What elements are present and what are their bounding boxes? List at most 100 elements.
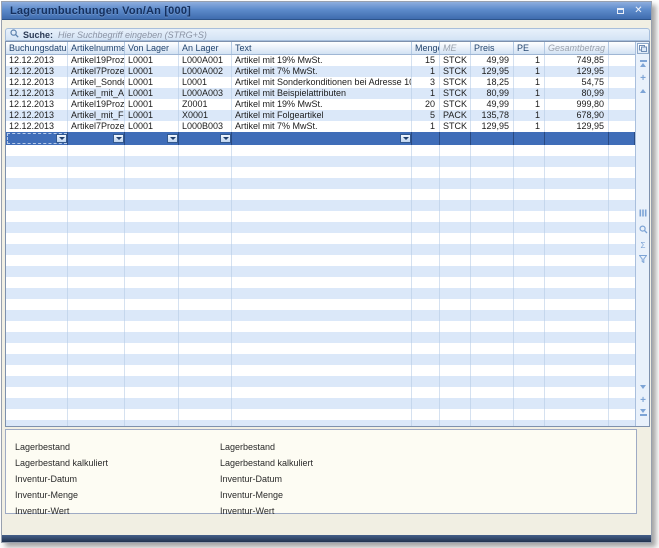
cell-filler: [609, 167, 635, 178]
cell-menge: 15: [412, 55, 440, 66]
empty-row: [6, 145, 635, 156]
cell-text: Artikel mit 7% MwSt.: [232, 121, 412, 132]
cell-me: [440, 200, 471, 211]
table-row[interactable]: 12.12.2013Artikel19ProzerL0001L000A001Ar…: [6, 55, 635, 66]
column-header-pe[interactable]: PE: [514, 42, 545, 54]
cell-text: [232, 387, 412, 398]
cell-preis: 80,99: [471, 88, 514, 99]
page-up-icon[interactable]: +: [636, 75, 650, 83]
table-row[interactable]: 12.12.2013Artikel19ProzerL0001Z0001Artik…: [6, 99, 635, 110]
column-header-artikelnummer[interactable]: Artikelnummer: [68, 42, 125, 54]
close-button[interactable]: ✕: [632, 5, 645, 17]
titlebar[interactable]: Lagerumbuchungen Von/An [000] ✕: [2, 2, 651, 20]
cell-filler: [609, 387, 635, 398]
restore-icon: [617, 8, 624, 14]
magnifier-icon[interactable]: [636, 225, 650, 234]
cell-an-lager: [179, 354, 232, 365]
column-header-gesamtbetrag[interactable]: Gesamtbetrag: [545, 42, 609, 54]
cell-buchungsdatum: 12.12.2013: [6, 99, 68, 110]
cell-artikelnummer: [68, 420, 125, 426]
cell-preis: [471, 420, 514, 426]
table-row[interactable]: 12.12.2013Artikel7ProzentL0001L000B003Ar…: [6, 121, 635, 132]
cell-menge: [412, 266, 440, 277]
cell-buchungsdatum: [6, 310, 68, 321]
new-entry-row[interactable]: [6, 132, 635, 145]
sum-icon[interactable]: Σ: [636, 241, 650, 250]
cell-artikelnummer: [68, 332, 125, 343]
cell-menge: [412, 321, 440, 332]
column-header-menge[interactable]: Menge: [412, 42, 440, 54]
cell-menge: [412, 387, 440, 398]
column-chooser-button[interactable]: [637, 43, 649, 54]
cell-menge: [412, 310, 440, 321]
cell-buchungsdatum: [6, 145, 68, 156]
cell-preis: [471, 343, 514, 354]
cell-an-lager: [179, 398, 232, 409]
cell-artikelnummer: [68, 255, 125, 266]
table-row[interactable]: 12.12.2013Artikel7ProzentL0001L000A002Ar…: [6, 66, 635, 77]
cell-von-lager: [125, 178, 179, 189]
cell-buchungsdatum: [6, 178, 68, 189]
cell-filler: [609, 66, 635, 77]
column-header-preis[interactable]: Preis: [471, 42, 514, 54]
column-header-me[interactable]: ME: [440, 42, 471, 54]
column-header-von-lager[interactable]: Von Lager: [125, 42, 179, 54]
scroll-to-bottom-icon[interactable]: [636, 409, 650, 416]
page-down-icon[interactable]: +: [636, 397, 650, 405]
cell-buchungsdatum: [6, 233, 68, 244]
cell-preis: [471, 288, 514, 299]
dropdown-button-artikelnummer[interactable]: [113, 134, 124, 143]
cell-menge: [412, 332, 440, 343]
cell-buchungsdatum: [6, 277, 68, 288]
empty-row: [6, 178, 635, 189]
filter-icon[interactable]: [636, 255, 650, 263]
table-row[interactable]: 12.12.2013Artikel_mit_AttrL0001L000A003A…: [6, 88, 635, 99]
cell-me: [440, 365, 471, 376]
cell-an-lager: [179, 244, 232, 255]
cell-buchungsdatum: 12.12.2013: [6, 110, 68, 121]
cell-pe: [514, 167, 545, 178]
cell-preis: [471, 387, 514, 398]
cell-me: [440, 409, 471, 420]
cell-artikelnummer: [68, 299, 125, 310]
dropdown-button-an-lager[interactable]: [220, 134, 231, 143]
cell-me: [440, 332, 471, 343]
cell-pe: 1: [514, 88, 545, 99]
column-header-buchungsdatum[interactable]: Buchungsdatum: [6, 42, 68, 54]
inventory-label: Inventur-Wert: [220, 503, 313, 519]
cell-me: STCK: [440, 99, 471, 110]
cell-filler: [609, 156, 635, 167]
cell-artikelnummer: Artikel_mit_Attr: [68, 88, 125, 99]
cell-von-lager: [125, 200, 179, 211]
scroll-to-top-icon[interactable]: [636, 60, 650, 67]
empty-row: [6, 343, 635, 354]
cell-gesamtbetrag: 999,80: [545, 99, 609, 110]
cell-von-lager: [125, 387, 179, 398]
table-row[interactable]: 12.12.2013Artikel_mit_FolgL0001X0001Arti…: [6, 110, 635, 121]
dropdown-button-buchungsdatum[interactable]: [56, 134, 67, 143]
vertical-scrollbar[interactable]: + Σ +: [635, 42, 649, 426]
dropdown-button-von-lager[interactable]: [167, 134, 178, 143]
cell-menge: [412, 376, 440, 387]
cell-an-lager: [179, 178, 232, 189]
cell-text: [232, 132, 412, 145]
cell-me: [440, 376, 471, 387]
empty-row: [6, 211, 635, 222]
cell-pe: [514, 321, 545, 332]
cell-preis: [471, 277, 514, 288]
cell-artikelnummer: [68, 376, 125, 387]
cell-artikelnummer: Artikel7Prozent: [68, 66, 125, 77]
column-header-an-lager[interactable]: An Lager: [179, 42, 232, 54]
column-header-text[interactable]: Text: [232, 42, 412, 54]
cell-buchungsdatum: [6, 398, 68, 409]
search-input[interactable]: Suche: Hier Suchbegriff eingeben (STRG+S…: [5, 28, 650, 41]
scroll-down-icon[interactable]: [636, 385, 650, 389]
cell-buchungsdatum: [6, 299, 68, 310]
scroll-up-icon[interactable]: [636, 89, 650, 93]
restore-button[interactable]: [614, 5, 627, 17]
dropdown-button-text[interactable]: [400, 134, 411, 143]
cell-an-lager: [179, 387, 232, 398]
card-view-icon[interactable]: [636, 209, 650, 217]
cell-pe: [514, 365, 545, 376]
table-row[interactable]: 12.12.2013Artikel_SonderkL0001L0001Artik…: [6, 77, 635, 88]
